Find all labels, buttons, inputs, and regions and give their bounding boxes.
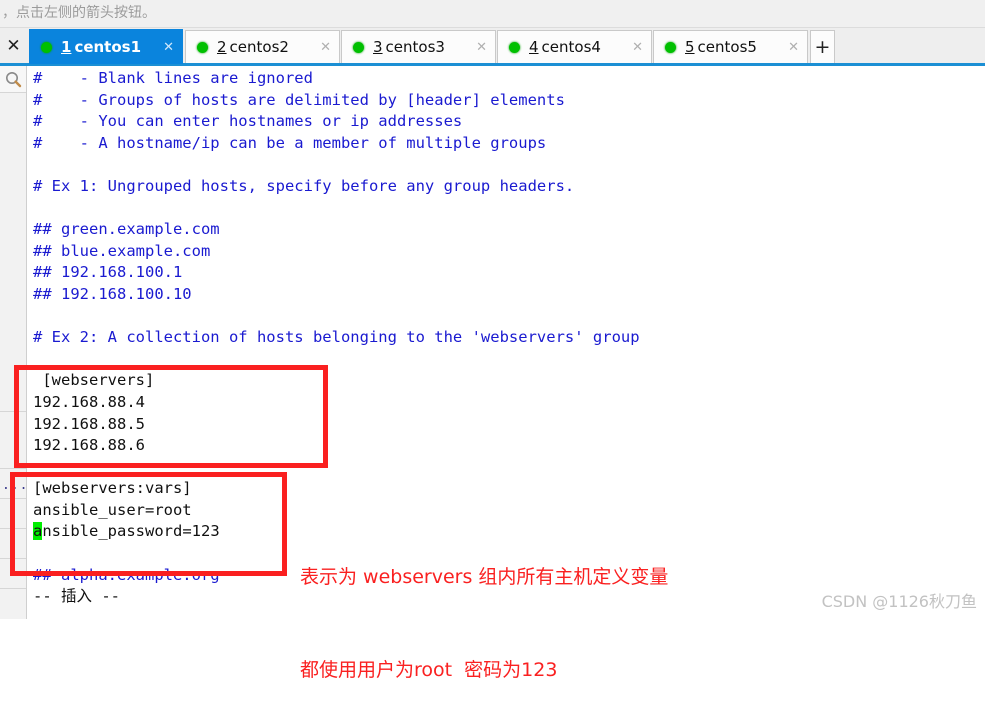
tab-close-icon[interactable]: ✕ xyxy=(163,40,174,55)
close-session-button[interactable]: ✕ xyxy=(0,28,27,63)
tab-index-label: 1 xyxy=(61,38,72,56)
terminal-view[interactable]: # - Blank lines are ignored # - Groups of… xyxy=(28,66,985,619)
terminal-cursor: a xyxy=(33,522,43,541)
left-sidebar-rail: ... xyxy=(0,66,27,619)
tab-index-label: 3 xyxy=(373,38,383,56)
terminal-line: 192.168.88.4 xyxy=(33,392,145,411)
tab-title-label: centos4 xyxy=(541,38,601,56)
terminal-line: # - Groups of hosts are delimited by [he… xyxy=(33,90,565,109)
header-hint-text: ，点击左侧的箭头按钮。 xyxy=(2,5,156,21)
terminal-line-list: # - Blank lines are ignored # - Groups of… xyxy=(33,68,983,608)
tab-index-label: 5 xyxy=(685,38,695,56)
annotation-line-2: 都使用用户为root 密码为123 xyxy=(300,659,558,681)
status-dot-icon xyxy=(353,41,364,53)
tab-title-label: centos2 xyxy=(229,38,289,56)
tab-centos2[interactable]: 2 centos2 ✕ xyxy=(185,30,340,63)
tab-index-label: 4 xyxy=(529,38,539,56)
tab-index-label: 2 xyxy=(217,38,227,56)
terminal-line: # Ex 1: Ungrouped hosts, specify before … xyxy=(33,176,575,195)
terminal-line: # - A hostname/ip can be a member of mul… xyxy=(33,133,547,152)
terminal-line: # - You can enter hostnames or ip addres… xyxy=(33,112,463,131)
terminal-line: ## green.example.com xyxy=(33,220,220,239)
app-header-strip: ，点击左侧的箭头按钮。 xyxy=(0,0,985,28)
new-tab-button[interactable]: + xyxy=(810,30,835,63)
terminal-line: # - Blank lines are ignored xyxy=(33,69,313,87)
rail-overflow-dots[interactable]: ... xyxy=(2,478,28,493)
status-dot-icon xyxy=(665,41,676,53)
tab-title-label: centos5 xyxy=(697,38,757,56)
tab-title-label: centos3 xyxy=(385,38,445,56)
tab-close-icon[interactable]: ✕ xyxy=(476,40,487,55)
terminal-line: ansible_user=root xyxy=(33,500,192,519)
tab-bar: ✕ 1 centos1 ✕ 2 centos2 ✕ 3 centos3 ✕ 4 centos4 ✕ 5 c… xyxy=(0,28,985,66)
tab-centos1[interactable]: 1 centos1 ✕ xyxy=(29,29,183,64)
tab-close-icon[interactable]: ✕ xyxy=(320,40,331,55)
status-dot-icon xyxy=(41,41,52,53)
terminal-line: ## 192.168.100.10 xyxy=(33,284,192,303)
tab-close-icon[interactable]: ✕ xyxy=(632,40,643,55)
terminal-line: 192.168.88.5 xyxy=(33,414,145,433)
tab-centos3[interactable]: 3 centos3 ✕ xyxy=(341,30,496,63)
terminal-line: ## 192.168.100.1 xyxy=(33,263,183,282)
terminal-line: -- 插入 -- xyxy=(33,587,120,606)
status-dot-icon xyxy=(197,41,208,53)
terminal-line: ansible_password=123 xyxy=(33,522,220,541)
terminal-line: ## blue.example.com xyxy=(33,241,211,260)
search-icon[interactable] xyxy=(0,66,26,93)
terminal-line: 192.168.88.6 xyxy=(33,436,145,455)
tab-close-icon[interactable]: ✕ xyxy=(788,40,799,55)
tab-centos5[interactable]: 5 centos5 ✕ xyxy=(653,30,808,63)
terminal-line: ## alpha.example.org xyxy=(33,565,220,584)
status-dot-icon xyxy=(509,41,520,53)
tab-centos4[interactable]: 4 centos4 ✕ xyxy=(497,30,652,63)
terminal-line: [webservers:vars] xyxy=(33,479,192,498)
terminal-line: [webservers] xyxy=(33,371,155,390)
terminal-line: # Ex 2: A collection of hosts belonging … xyxy=(33,328,640,347)
tab-title-label: centos1 xyxy=(74,38,142,56)
